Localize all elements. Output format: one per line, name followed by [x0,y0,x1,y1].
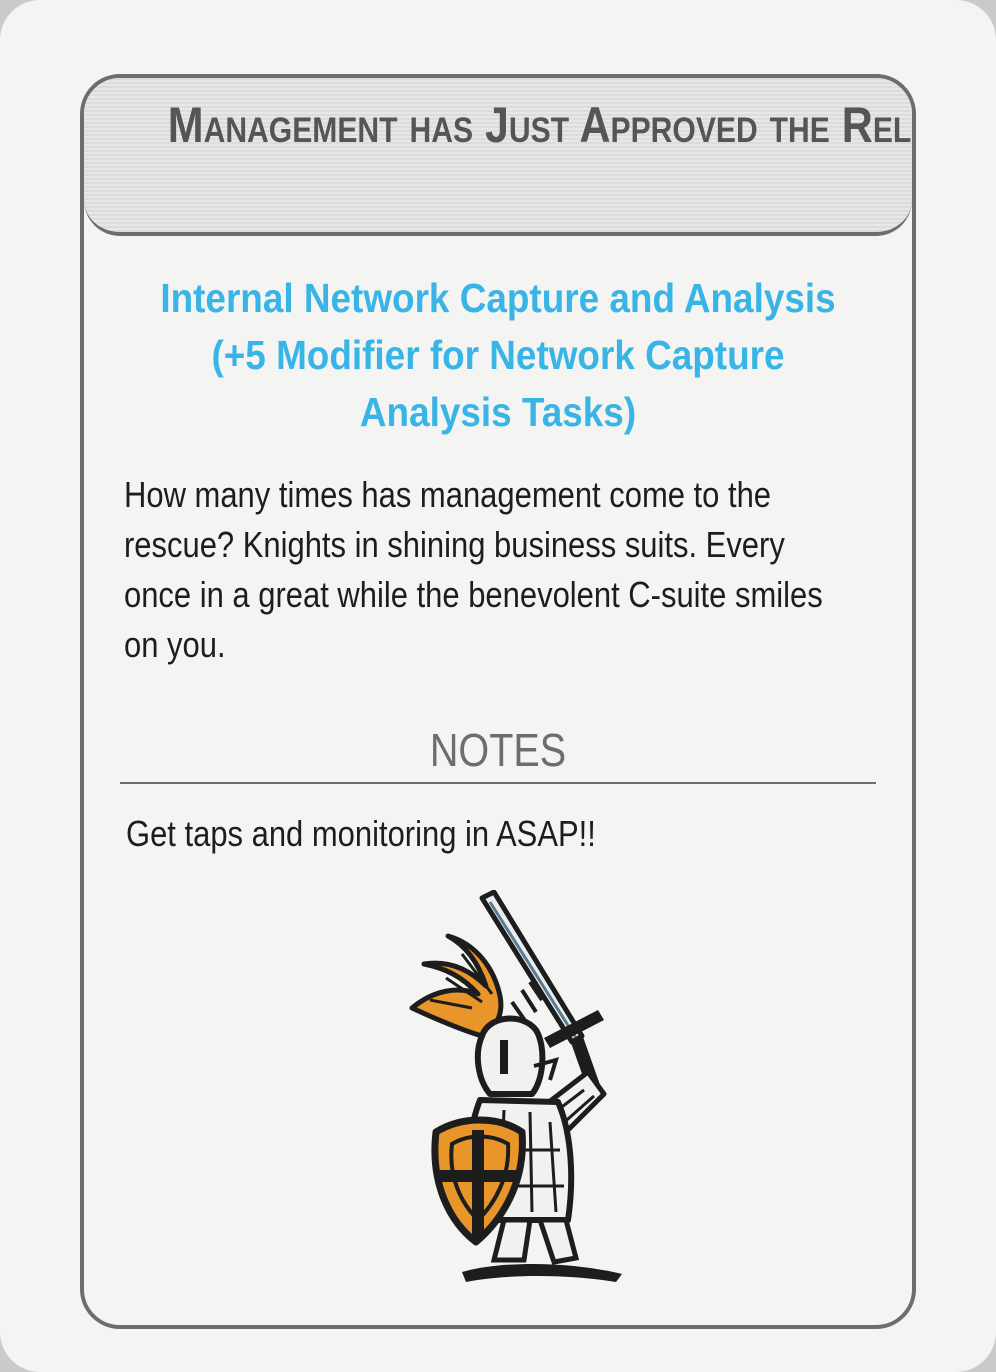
flavor-text: How many times has management come to th… [124,474,823,665]
card-title: Management has Just Approved the Release… [167,97,912,153]
notes-heading: NOTES [429,724,567,776]
notes-divider [120,782,876,784]
card-header: Management has Just Approved the Release… [84,78,912,236]
knight-with-sword-and-shield-icon [409,890,622,1282]
card-frame: Management has Just Approved the Release… [80,74,916,1329]
incident-card: Management has Just Approved the Release… [0,0,996,1372]
handwritten-note: Get taps and monitoring in ASAP!! [126,813,596,854]
procedure-name: Internal Network Capture and Analysis (+… [160,275,836,435]
